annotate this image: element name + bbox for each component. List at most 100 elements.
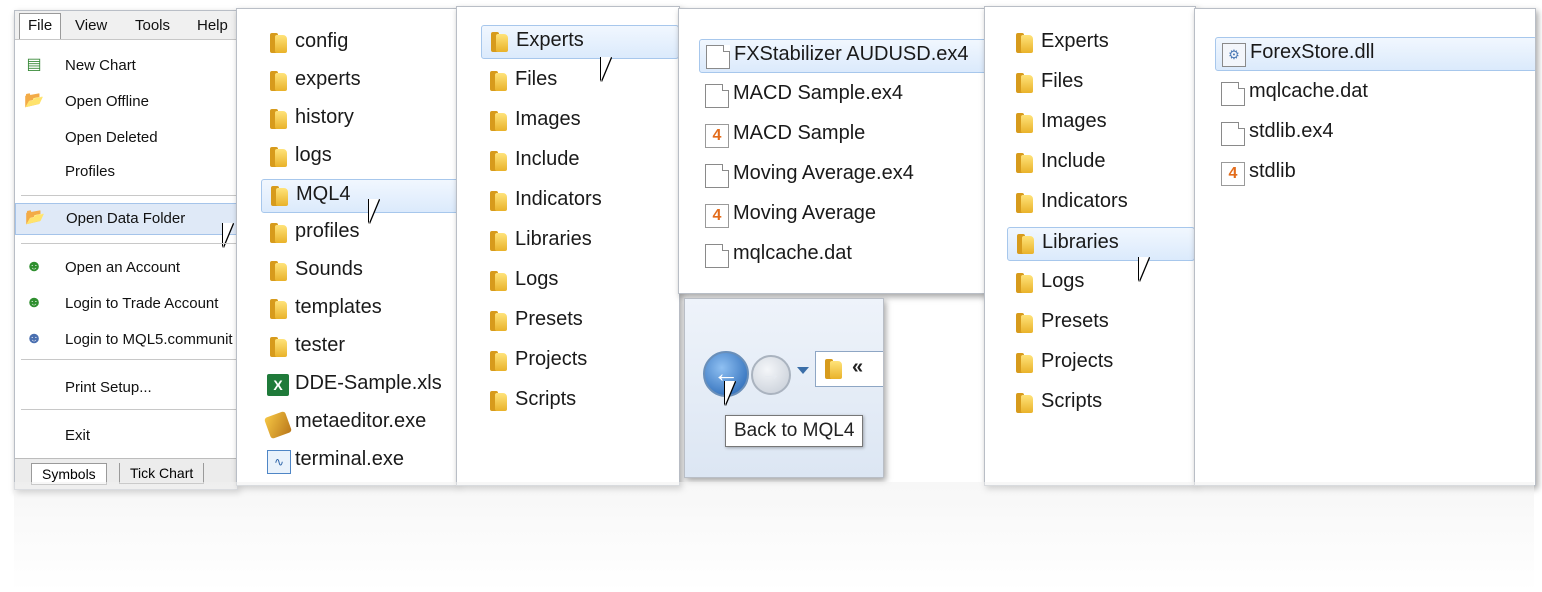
file-item[interactable]: stdlib.ex4	[1215, 117, 1535, 149]
menu-item-new-chart[interactable]: ▤ New Chart	[15, 51, 237, 81]
file-item[interactable]: FXStabilizer AUDUSD.ex4	[699, 39, 985, 73]
folder-item[interactable]: Indicators	[1007, 187, 1193, 219]
nav-toolbar: ← → « Back to MQL4	[685, 299, 883, 477]
folder-item[interactable]: profiles	[261, 217, 457, 249]
tab-tick-chart[interactable]: Tick Chart	[119, 463, 205, 484]
folder-icon	[487, 230, 509, 252]
folder-icon	[487, 70, 509, 92]
folder-item[interactable]: experts	[261, 65, 457, 97]
terminal-icon: ∿	[267, 450, 291, 474]
forward-arrow-icon: →	[761, 363, 781, 385]
file-item[interactable]: ⚙ ForexStore.dll	[1215, 37, 1535, 71]
folder-item[interactable]: history	[261, 103, 457, 135]
menu-item-open-data-folder[interactable]: 📂 Open Data Folder	[15, 203, 237, 235]
file-item[interactable]: mqlcache.dat	[1215, 77, 1535, 109]
folder-icon	[1013, 192, 1035, 214]
folder-icon	[1013, 152, 1035, 174]
menu-item-open-deleted[interactable]: Open Deleted	[15, 123, 237, 153]
folder-icon	[1013, 72, 1035, 94]
history-dropdown-icon[interactable]	[797, 367, 809, 374]
excel-icon: X	[267, 374, 289, 396]
folder-icon	[487, 350, 509, 372]
item-label: mqlcache.dat	[1249, 80, 1368, 102]
mouse-cursor	[725, 381, 745, 405]
folder-icon	[267, 32, 289, 54]
file-menu-panel: File View Tools Help ▤ New Chart 📂 Open …	[14, 10, 238, 490]
folder-item[interactable]: config	[261, 27, 457, 59]
file-item[interactable]: 4 Moving Average	[699, 199, 985, 231]
mql5-login-icon: ☻	[25, 330, 43, 347]
folder-item[interactable]: Libraries	[1007, 227, 1195, 261]
folder-item[interactable]: MQL4	[261, 179, 457, 213]
menu-view[interactable]: View	[75, 17, 107, 34]
folder-icon	[267, 260, 289, 282]
item-label: MQL4	[296, 183, 351, 205]
menu-item-login-trade[interactable]: ☻ Login to Trade Account	[15, 289, 237, 319]
reflection-area	[14, 482, 1534, 592]
file-item[interactable]: Moving Average.ex4	[699, 159, 985, 191]
menu-file[interactable]: File	[19, 13, 62, 39]
folder-item[interactable]: tester	[261, 331, 457, 363]
folder-item[interactable]: Logs	[481, 265, 677, 297]
menu-separator	[21, 409, 237, 410]
folder-item[interactable]: Projects	[1007, 347, 1193, 379]
folder-icon	[267, 108, 289, 130]
file-icon	[1221, 122, 1245, 146]
file-item[interactable]: ∿ terminal.exe	[261, 445, 457, 477]
item-label: Logs	[1041, 270, 1085, 292]
menu-item-print-setup[interactable]: Print Setup...	[15, 373, 237, 403]
folder-item[interactable]: logs	[261, 141, 457, 173]
data-folder-panel: config experts history logs MQL4 profiles Soun…	[236, 8, 458, 486]
file-item[interactable]: 4 stdlib	[1215, 157, 1535, 189]
item-label: stdlib.ex4	[1249, 120, 1334, 142]
folder-icon	[487, 150, 509, 172]
forward-button[interactable]: →	[751, 355, 791, 395]
folder-item[interactable]: templates	[261, 293, 457, 325]
address-chevron[interactable]: «	[852, 356, 863, 379]
file-item[interactable]: 4 MACD Sample	[699, 119, 985, 151]
item-label: stdlib	[1249, 160, 1296, 182]
folder-icon	[268, 185, 290, 207]
item-label: Scripts	[515, 388, 577, 410]
folder-item[interactable]: Include	[1007, 147, 1193, 179]
folder-item[interactable]: Images	[1007, 107, 1193, 139]
mouse-cursor	[601, 57, 621, 81]
folder-item[interactable]: Logs	[1007, 267, 1193, 299]
address-bar[interactable]: «	[815, 351, 883, 387]
folder-item[interactable]: Indicators	[481, 185, 677, 217]
back-tooltip: Back to MQL4	[725, 415, 864, 447]
file-item[interactable]: MACD Sample.ex4	[699, 79, 985, 111]
file-item[interactable]: metaeditor.exe	[261, 407, 457, 440]
menu-item-open-offline[interactable]: 📂 Open Offline	[15, 87, 237, 117]
menu-item-login-mql5[interactable]: ☻ Login to MQL5.communit	[15, 325, 237, 355]
folder-item[interactable]: Libraries	[481, 225, 677, 257]
folder-item[interactable]: Presets	[481, 305, 677, 337]
folder-item[interactable]: Experts	[481, 25, 679, 59]
menu-tools[interactable]: Tools	[135, 17, 170, 34]
menu-item-exit[interactable]: Exit	[15, 421, 237, 451]
item-label: MACD Sample.ex4	[733, 82, 904, 104]
menu-help[interactable]: Help	[197, 17, 228, 34]
libraries-folder-panel: ⚙ ForexStore.dll mqlcache.dat stdlib.ex4 4st…	[1194, 8, 1536, 486]
file-item[interactable]: X DDE-Sample.xls	[261, 369, 457, 401]
folder-item[interactable]: Scripts	[481, 385, 677, 417]
folder-item[interactable]: Presets	[1007, 307, 1193, 339]
account-icon: ☻	[25, 258, 43, 275]
folder-item[interactable]: Sounds	[261, 255, 457, 287]
folder-item[interactable]: Include	[481, 145, 677, 177]
folder-item[interactable]: Projects	[481, 345, 677, 377]
mouse-cursor	[1139, 257, 1159, 281]
menu-item-profiles[interactable]: Profiles	[15, 157, 237, 187]
folder-item[interactable]: Scripts	[1007, 387, 1193, 419]
folder-icon	[1013, 272, 1035, 294]
file-icon	[705, 244, 729, 268]
folder-item[interactable]: Files	[481, 65, 677, 97]
folder-item[interactable]: Files	[1007, 67, 1193, 99]
file-item[interactable]: mqlcache.dat	[699, 239, 985, 271]
item-label: experts	[295, 68, 361, 90]
folder-item[interactable]: Images	[481, 105, 677, 137]
new-chart-icon: ▤	[26, 56, 42, 73]
folder-item[interactable]: Experts	[1007, 27, 1193, 59]
item-label: Images	[1041, 110, 1107, 132]
menu-item-open-account[interactable]: ☻ Open an Account	[15, 253, 237, 283]
